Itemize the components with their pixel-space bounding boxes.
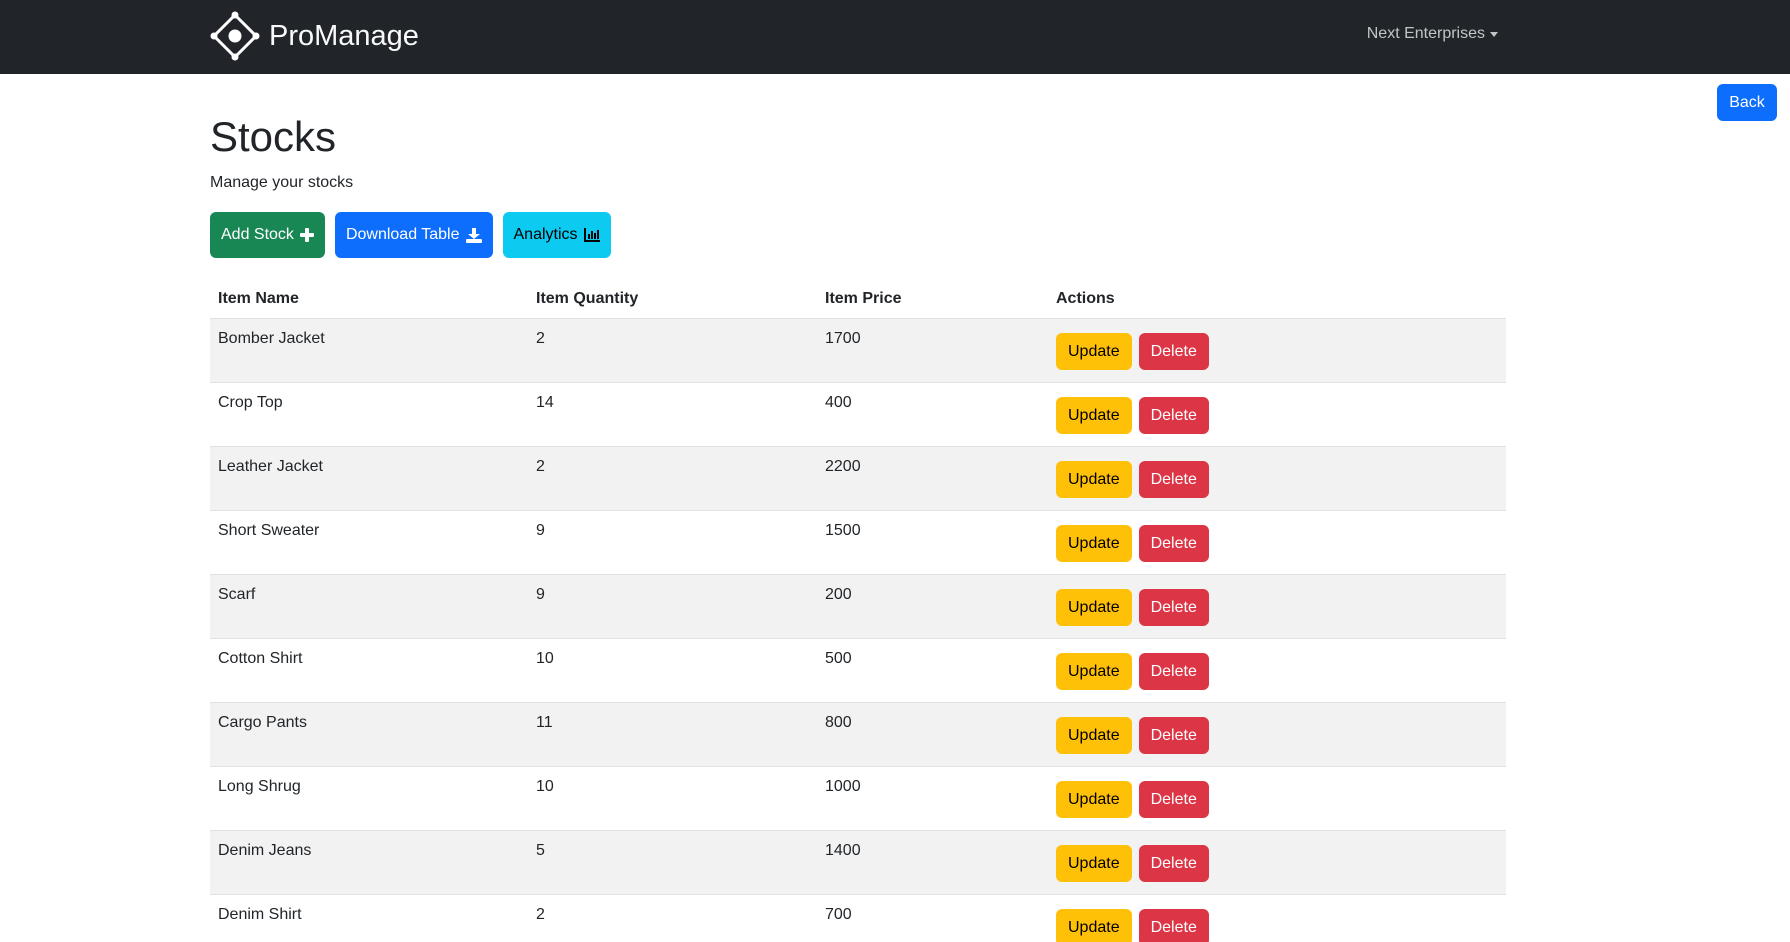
item-price-cell: 1000	[817, 766, 1048, 831]
header-actions: Actions	[1048, 280, 1506, 319]
delete-button[interactable]: Delete	[1138, 461, 1209, 498]
actions-cell: Update Delete	[1048, 894, 1506, 942]
update-button[interactable]: Update	[1056, 397, 1132, 434]
item-name-cell: Cotton Shirt	[210, 638, 528, 703]
page-subtitle: Manage your stocks	[210, 174, 354, 191]
actions-cell: Update Delete	[1048, 702, 1506, 767]
table-row: Bomber Jacket 2 1700 Update Delete	[210, 318, 1506, 383]
update-button[interactable]: Update	[1056, 781, 1132, 818]
item-quantity-cell: 2	[528, 894, 817, 942]
delete-button[interactable]: Delete	[1138, 653, 1209, 690]
actions-cell: Update Delete	[1048, 446, 1506, 511]
update-button[interactable]: Update	[1056, 845, 1132, 882]
delete-button[interactable]: Delete	[1138, 525, 1209, 562]
update-button[interactable]: Update	[1056, 461, 1132, 498]
bar-chart-icon	[583, 228, 600, 242]
actions-cell: Update Delete	[1048, 574, 1506, 639]
item-quantity-cell: 9	[528, 574, 817, 639]
item-quantity-cell: 14	[528, 382, 817, 447]
actions-cell: Update Delete	[1048, 830, 1506, 895]
item-price-cell: 400	[817, 382, 1048, 447]
update-button[interactable]: Update	[1056, 525, 1132, 562]
table-row: Long Shrug 10 1000 Update Delete	[210, 766, 1506, 831]
item-name-cell: Short Sweater	[210, 510, 528, 575]
download-table-button[interactable]: Download Table	[334, 212, 493, 258]
download-table-label: Download Table	[345, 226, 460, 243]
brand-name: ProManage	[269, 19, 419, 52]
item-quantity-cell: 5	[528, 830, 817, 895]
item-name-cell: Scarf	[210, 574, 528, 639]
actions-cell: Update Delete	[1048, 766, 1506, 831]
item-quantity-cell: 2	[528, 318, 817, 383]
item-name-cell: Crop Top	[210, 382, 528, 447]
update-button[interactable]: Update	[1056, 653, 1132, 690]
table-row: Short Sweater 9 1500 Update Delete	[210, 510, 1506, 575]
item-name-cell: Bomber Jacket	[210, 318, 528, 383]
item-price-cell: 500	[817, 638, 1048, 703]
delete-button[interactable]: Delete	[1138, 781, 1209, 818]
item-price-cell: 200	[817, 574, 1048, 639]
add-stock-button[interactable]: Add Stock	[210, 212, 325, 258]
header-item-price: Item Price	[817, 280, 1048, 319]
back-button[interactable]: Back	[1717, 84, 1777, 121]
item-quantity-cell: 10	[528, 638, 817, 703]
logo-icon	[210, 11, 260, 61]
table-row: Denim Shirt 2 700 Update Delete	[210, 894, 1506, 942]
table-row: Cotton Shirt 10 500 Update Delete	[210, 638, 1506, 703]
add-stock-label: Add Stock	[221, 226, 294, 243]
item-price-cell: 800	[817, 702, 1048, 767]
delete-button[interactable]: Delete	[1138, 397, 1209, 434]
update-button[interactable]: Update	[1056, 717, 1132, 754]
item-name-cell: Long Shrug	[210, 766, 528, 831]
analytics-label: Analytics	[513, 226, 578, 243]
organization-name: Next Enterprises	[1366, 25, 1485, 42]
item-name-cell: Leather Jacket	[210, 446, 528, 511]
top-navbar: ProManage Next Enterprises	[0, 0, 1790, 74]
actions-cell: Update Delete	[1048, 638, 1506, 703]
update-button[interactable]: Update	[1056, 589, 1132, 626]
item-price-cell: 1500	[817, 510, 1048, 575]
table-row: Leather Jacket 2 2200 Update Delete	[210, 446, 1506, 511]
item-quantity-cell: 9	[528, 510, 817, 575]
delete-button[interactable]: Delete	[1138, 845, 1209, 882]
update-button[interactable]: Update	[1056, 909, 1132, 942]
stocks-table-container: Item Name Item Quantity Item Price Actio…	[210, 280, 1506, 942]
delete-button[interactable]: Delete	[1138, 333, 1209, 370]
item-price-cell: 700	[817, 894, 1048, 942]
header-item-quantity: Item Quantity	[528, 280, 817, 319]
table-row: Cargo Pants 11 800 Update Delete	[210, 702, 1506, 767]
item-price-cell: 1700	[817, 318, 1048, 383]
table-row: Denim Jeans 5 1400 Update Delete	[210, 830, 1506, 895]
stocks-table: Item Name Item Quantity Item Price Actio…	[210, 280, 1506, 942]
organization-dropdown[interactable]: Next Enterprises	[1367, 25, 1498, 43]
brand-link[interactable]: ProManage	[209, 10, 419, 62]
actions-cell: Update Delete	[1048, 382, 1506, 447]
analytics-button[interactable]: Analytics	[502, 212, 611, 258]
action-bar: Add Stock Download Table Analytics	[210, 212, 611, 258]
table-row: Scarf 9 200 Update Delete	[210, 574, 1506, 639]
table-header-row: Item Name Item Quantity Item Price Actio…	[210, 280, 1506, 319]
update-button[interactable]: Update	[1056, 333, 1132, 370]
delete-button[interactable]: Delete	[1138, 717, 1209, 754]
page-title: Stocks	[210, 113, 337, 160]
actions-cell: Update Delete	[1048, 318, 1506, 383]
download-icon	[465, 227, 482, 243]
item-price-cell: 2200	[817, 446, 1048, 511]
item-quantity-cell: 10	[528, 766, 817, 831]
item-price-cell: 1400	[817, 830, 1048, 895]
plus-icon	[299, 228, 314, 242]
delete-button[interactable]: Delete	[1138, 589, 1209, 626]
item-name-cell: Cargo Pants	[210, 702, 528, 767]
item-name-cell: Denim Shirt	[210, 894, 528, 942]
delete-button[interactable]: Delete	[1138, 909, 1209, 942]
caret-down-icon	[1490, 31, 1498, 37]
actions-cell: Update Delete	[1048, 510, 1506, 575]
item-quantity-cell: 2	[528, 446, 817, 511]
table-row: Crop Top 14 400 Update Delete	[210, 382, 1506, 447]
item-name-cell: Denim Jeans	[210, 830, 528, 895]
header-item-name: Item Name	[210, 280, 528, 319]
item-quantity-cell: 11	[528, 702, 817, 767]
